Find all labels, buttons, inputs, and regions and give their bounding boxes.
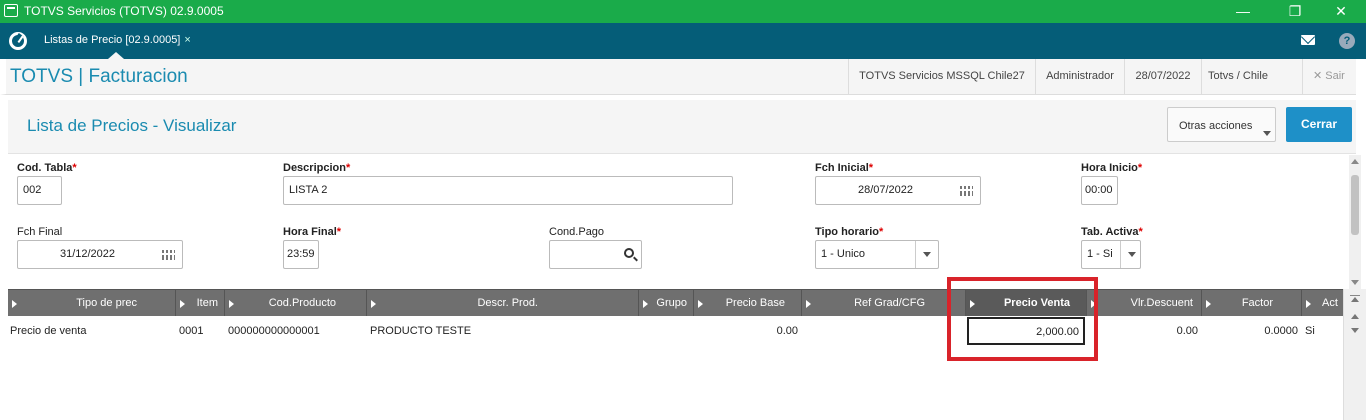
sort-arrow-icon <box>12 300 17 308</box>
cell-ref-grad-cfg[interactable] <box>802 316 962 346</box>
sort-arrow-icon <box>229 300 234 308</box>
fch-final-label: Fch Final <box>17 226 63 238</box>
exit-label: Sair <box>1325 70 1345 82</box>
scroll-up-icon[interactable] <box>1351 314 1359 319</box>
cond-pago-field[interactable] <box>549 240 642 269</box>
window-titlebar: TOTVS Servicios (TOTVS) 02.9.0005 — ❐ ✕ <box>0 0 1366 23</box>
fch-inicial-value: 28/07/2022 <box>857 184 914 196</box>
sort-arrow-icon <box>371 300 376 308</box>
sort-arrow-icon <box>180 300 185 308</box>
app-tabbar: Listas de Precio [02.9.0005] × ? <box>0 23 1366 59</box>
cell-factor[interactable]: 0.0000 <box>1202 316 1298 346</box>
chevron-down-icon[interactable] <box>915 241 938 268</box>
help-icon[interactable]: ? <box>1339 33 1355 49</box>
close-button[interactable]: Cerrar <box>1286 107 1352 142</box>
descripcion-field[interactable]: LISTA 2 <box>283 176 733 205</box>
scroll-down-icon[interactable] <box>1351 280 1359 285</box>
hora-inicio-label: Hora Inicio* <box>1081 162 1143 174</box>
sort-arrow-icon <box>1306 300 1311 308</box>
cell-item[interactable]: 0001 <box>179 316 224 346</box>
cell-act[interactable]: Si <box>1305 316 1341 346</box>
close-window-button[interactable]: ✕ <box>1318 0 1364 23</box>
tab-activa-value: 1 - Si <box>1087 248 1113 260</box>
exit-icon: ✕ <box>1313 70 1323 82</box>
app-header: TOTVS | Facturacion TOTVS Servicios MSSQ… <box>0 59 1356 95</box>
scroll-down-icon[interactable] <box>1351 328 1359 333</box>
scroll-top-bar <box>1350 295 1360 296</box>
hora-inicio-field[interactable]: 00:00 <box>1081 176 1118 205</box>
grid-header: Tipo de prec Item Cod.Producto Descr. Pr… <box>8 290 1343 316</box>
cell-tipo-de-prec[interactable]: Precio de venta <box>10 316 170 346</box>
table-row[interactable]: Precio de venta 0001 000000000000001 PRO… <box>8 316 1343 346</box>
tab-activa-select[interactable]: 1 - Si <box>1081 240 1141 269</box>
hora-final-label: Hora Final* <box>283 226 342 238</box>
sort-arrow-icon <box>806 300 811 308</box>
page-title-bar: Lista de Precios - Visualizar Otras acci… <box>8 100 1356 154</box>
calendar-icon[interactable] <box>162 250 175 260</box>
sort-arrow-icon <box>1206 300 1211 308</box>
home-icon[interactable] <box>9 32 27 50</box>
column-header-item[interactable]: Item <box>176 290 225 316</box>
exit-button[interactable]: ✕ Sair <box>1302 59 1362 94</box>
column-header-act[interactable]: Act <box>1302 290 1343 316</box>
chevron-down-icon <box>1263 131 1271 136</box>
active-tab-indicator <box>108 52 124 59</box>
user-info: Administrador <box>1035 59 1124 94</box>
highlight-box <box>947 277 1098 361</box>
descripcion-label: Descripcion* <box>283 162 351 174</box>
cell-vlr-descuent[interactable]: 0.00 <box>1087 316 1198 346</box>
restore-button[interactable]: ❐ <box>1272 0 1318 23</box>
fch-inicial-field[interactable]: 28/07/2022 <box>815 176 981 205</box>
column-header-ref-grad-cfg[interactable]: Ref Grad/CFG <box>802 290 966 316</box>
column-header-grupo[interactable]: Grupo <box>639 290 694 316</box>
grid-scrollbar[interactable] <box>1343 289 1366 420</box>
minimize-button[interactable]: — <box>1220 0 1266 23</box>
brand-title: TOTVS | Facturacion <box>10 66 188 87</box>
form-scrollbar[interactable] <box>1349 155 1361 289</box>
cod-tabla-label: Cod. Tabla* <box>17 162 77 174</box>
tipo-horario-value: 1 - Unico <box>821 248 866 260</box>
scroll-up-icon[interactable] <box>1351 159 1359 164</box>
page-title: Lista de Precios - Visualizar <box>27 116 237 135</box>
price-list-form: Cod. Tabla* 002 Descripcion* LISTA 2 Fch… <box>8 155 1349 289</box>
column-header-vlr-descuent[interactable]: Vlr.Descuent <box>1087 290 1202 316</box>
tipo-horario-label: Tipo horario* <box>815 226 884 238</box>
cond-pago-label: Cond.Pago <box>549 226 605 238</box>
column-header-factor[interactable]: Factor <box>1202 290 1302 316</box>
other-actions-label: Otras acciones <box>1179 120 1253 132</box>
column-header-descr-prod[interactable]: Descr. Prod. <box>367 290 639 316</box>
fch-inicial-label: Fch Inicial* <box>815 162 874 174</box>
tipo-horario-select[interactable]: 1 - Unico <box>815 240 939 269</box>
sort-arrow-icon <box>643 300 648 308</box>
cell-descr-prod[interactable]: PRODUCTO TESTE <box>370 316 635 346</box>
sort-arrow-icon <box>698 300 703 308</box>
company-info: Totvs / Chile <box>1201 59 1274 94</box>
fch-final-field[interactable]: 31/12/2022 <box>17 240 183 269</box>
app-window-icon <box>4 4 18 17</box>
mail-icon[interactable] <box>1301 35 1315 45</box>
column-header-tipo-de-prec[interactable]: Tipo de prec <box>8 290 176 316</box>
calendar-icon[interactable] <box>960 186 973 196</box>
tab-close-icon[interactable]: × <box>184 34 190 46</box>
chevron-down-icon[interactable] <box>1120 241 1140 268</box>
scrollbar-thumb[interactable] <box>1351 175 1359 235</box>
search-icon[interactable] <box>624 248 634 258</box>
cell-grupo[interactable] <box>639 316 691 346</box>
scroll-first-icon[interactable] <box>1351 297 1359 302</box>
date-info: 28/07/2022 <box>1124 59 1201 94</box>
price-grid: Tipo de prec Item Cod.Producto Descr. Pr… <box>8 289 1343 420</box>
window-title: TOTVS Servicios (TOTVS) 02.9.0005 <box>24 4 224 18</box>
environment-info: TOTVS Servicios MSSQL Chile27 <box>848 59 1035 94</box>
column-header-precio-base[interactable]: Precio Base <box>694 290 802 316</box>
cod-tabla-field[interactable]: 002 <box>17 176 62 205</box>
column-header-cod-producto[interactable]: Cod.Producto <box>225 290 367 316</box>
fch-final-value: 31/12/2022 <box>59 248 116 260</box>
cell-cod-producto[interactable]: 000000000000001 <box>228 316 363 346</box>
other-actions-button[interactable]: Otras acciones <box>1167 107 1276 142</box>
cell-precio-base[interactable]: 0.00 <box>694 316 798 346</box>
hora-final-field[interactable]: 23:59 <box>283 240 319 269</box>
tab-activa-label: Tab. Activa* <box>1081 226 1143 238</box>
tab-label: Listas de Precio [02.9.0005] <box>44 34 181 46</box>
